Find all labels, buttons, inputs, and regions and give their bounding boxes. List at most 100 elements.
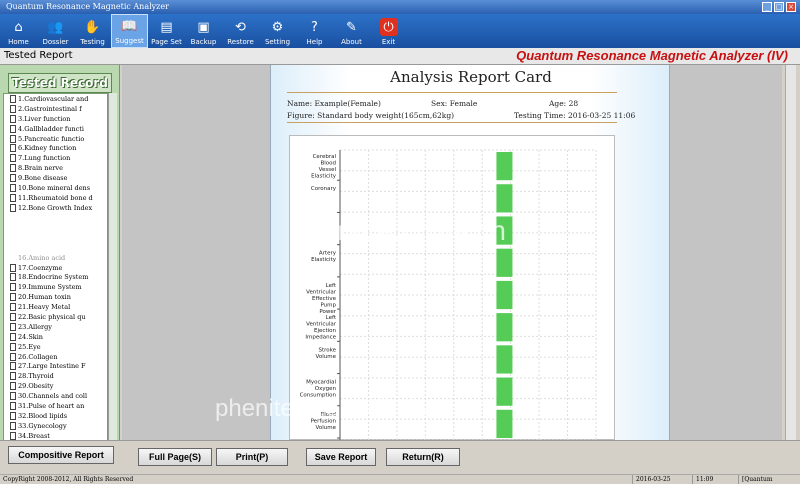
document-icon	[10, 114, 16, 123]
print-button[interactable]: Print(P)	[216, 448, 288, 466]
toolbar-home-button[interactable]: ⌂ Home	[0, 14, 37, 48]
document-icon	[10, 134, 16, 143]
title-divider	[287, 92, 617, 93]
list-item-label: 18.Endocrine System	[18, 273, 89, 282]
hand-icon: ✋	[84, 19, 101, 35]
main-toolbar: ⌂ Home 👥 Dossier ✋ Testing 📖 Suggest ▤ Page S…	[0, 14, 800, 48]
list-item[interactable]: 22.Basic physical qu	[4, 312, 107, 322]
status-time: 11:09	[692, 475, 738, 484]
document-icon	[10, 263, 16, 272]
patient-sex: Sex: Female	[431, 99, 478, 108]
list-item-label: 4.Gallbladder functi	[18, 124, 84, 133]
list-item[interactable]: 20.Human toxin	[4, 292, 107, 302]
window-titlebar: Quantum Resonance Magnetic Analyzer _ □ …	[0, 0, 800, 14]
toolbar-about-button[interactable]: ✎ About	[333, 14, 370, 48]
chart-bar	[496, 248, 513, 277]
list-item[interactable]: 27.Large Intestine F	[4, 361, 107, 371]
toolbar-backup-button[interactable]: ▣ Backup	[185, 14, 222, 48]
list-item[interactable]: 12.Bone Growth Index	[4, 203, 107, 213]
return-button[interactable]: Return(R)	[386, 448, 460, 466]
list-item[interactable]: 5.Pancreatic functio	[4, 134, 107, 144]
list-item[interactable]: 26.Collagen	[4, 352, 107, 362]
document-icon	[10, 293, 16, 302]
list-item[interactable]: 18.Endocrine System	[4, 272, 107, 282]
list-item[interactable]: 29.Obesity	[4, 381, 107, 391]
record-tree[interactable]: 1.Cardiovascular and 2.Gastrointestinal f…	[3, 93, 108, 463]
list-item[interactable]: 1.Cardiovascular and	[4, 94, 107, 104]
full-page-button[interactable]: Full Page(S)	[138, 448, 212, 466]
subheader-bar: Tested Report Quantum Resonance Magnetic…	[0, 48, 800, 65]
document-icon	[10, 154, 16, 163]
list-item[interactable]: 17.Coenzyme	[4, 263, 107, 273]
maximize-button[interactable]: □	[774, 2, 784, 12]
list-item[interactable]: 30.Channels and coll	[4, 391, 107, 401]
list-item[interactable]: 11.Rheumatoid bone d	[4, 193, 107, 203]
watermark-phenitech: phenitech.en.alibaba.com	[215, 395, 489, 422]
compositive-report-button[interactable]: Compositive Report	[8, 446, 114, 464]
list-item[interactable]: 7.Lung function	[4, 153, 107, 163]
document-icon	[10, 352, 16, 361]
document-icon	[10, 273, 16, 282]
list-item-label: 32.Blood lipids	[18, 411, 68, 420]
tree-obscured-gap	[4, 213, 107, 253]
chart-bar	[496, 280, 513, 310]
list-item[interactable]: 8.Brain nerve	[4, 163, 107, 173]
list-item-label: 22.Basic physical qu	[18, 313, 86, 322]
gear-icon: ⚙	[271, 19, 284, 35]
chart-tick-label: Left Ventricular Ejection Impedance	[305, 315, 336, 341]
chart-bar	[496, 313, 513, 342]
list-item-label: 6.Kidney function	[18, 144, 77, 153]
toolbar-restore-button[interactable]: ⟲ Restore	[222, 14, 259, 48]
list-item-label: 20.Human toxin	[18, 293, 71, 302]
list-item[interactable]: 3.Liver function	[4, 114, 107, 124]
toolbar-suggest-button[interactable]: 📖 Suggest	[111, 14, 148, 48]
document-icon	[10, 303, 16, 312]
list-item[interactable]: 25.Eye	[4, 342, 107, 352]
toolbar-exit-button[interactable]: ⏻ Exit	[370, 14, 407, 48]
list-item[interactable]: 6.Kidney function	[4, 143, 107, 153]
list-item[interactable]: 4.Gallbladder functi	[4, 124, 107, 134]
report-vertical-scrollbar[interactable]	[785, 65, 796, 440]
list-item[interactable]: 10.Bone mineral dens	[4, 183, 107, 193]
list-item-label: 19.Immune System	[18, 283, 82, 292]
document-icon	[10, 362, 16, 371]
toolbar-pageset-button[interactable]: ▤ Page Set	[148, 14, 185, 48]
list-item-label: 26.Collagen	[18, 352, 58, 361]
toolbar-setting-button[interactable]: ⚙ Setting	[259, 14, 296, 48]
page-setup-icon: ▤	[160, 19, 173, 35]
status-company: [Quantum Software]	[738, 475, 800, 484]
chart-tick-label: Cerebral Blood Vessel Elasticity	[311, 154, 337, 180]
save-report-button[interactable]: Save Report	[306, 448, 376, 466]
list-item[interactable]: 9.Bone disease	[4, 173, 107, 183]
toolbar-help-button[interactable]: ? Help	[296, 14, 333, 48]
list-item-label: 12.Bone Growth Index	[18, 203, 93, 212]
list-item[interactable]: 32.Blood lipids	[4, 411, 107, 421]
status-date: 2016-03-25	[632, 475, 692, 484]
list-item[interactable]: 16.Amino acid	[4, 253, 107, 263]
list-item[interactable]: 31.Pulse of heart an	[4, 401, 107, 411]
list-item[interactable]: 19.Immune System	[4, 282, 107, 292]
list-item[interactable]: 21.Heavy Metal	[4, 302, 107, 312]
toolbar-testing-button[interactable]: ✋ Testing	[74, 14, 111, 48]
patient-name: Name: Example(Female)	[287, 99, 381, 108]
list-item[interactable]: 2.Gastrointestinal f	[4, 104, 107, 114]
list-item[interactable]: 23.Allergy	[4, 322, 107, 332]
minimize-button[interactable]: _	[762, 2, 772, 12]
list-item[interactable]: 28.Thyroid	[4, 371, 107, 381]
document-icon	[10, 382, 16, 391]
document-icon	[10, 164, 16, 173]
list-item[interactable]: 33.Gynecology	[4, 421, 107, 431]
list-item[interactable]: 24.Skin	[4, 332, 107, 342]
document-icon	[10, 431, 16, 440]
chart-bar	[496, 184, 513, 213]
close-button[interactable]: ×	[786, 2, 796, 12]
chart-tick-label: Coronary	[311, 186, 337, 192]
toolbar-dossier-button[interactable]: 👥 Dossier	[37, 14, 74, 48]
document-icon	[10, 322, 16, 331]
document-icon	[10, 283, 16, 292]
report-page: Analysis Report Card Name: Example(Femal…	[270, 65, 670, 440]
document-icon	[10, 411, 16, 420]
tree-vertical-scrollbar[interactable]	[108, 93, 117, 484]
tested-record-panel: Tested Record 1.Cardiovascular and 2.Gast…	[0, 65, 120, 484]
document-icon	[10, 95, 16, 103]
